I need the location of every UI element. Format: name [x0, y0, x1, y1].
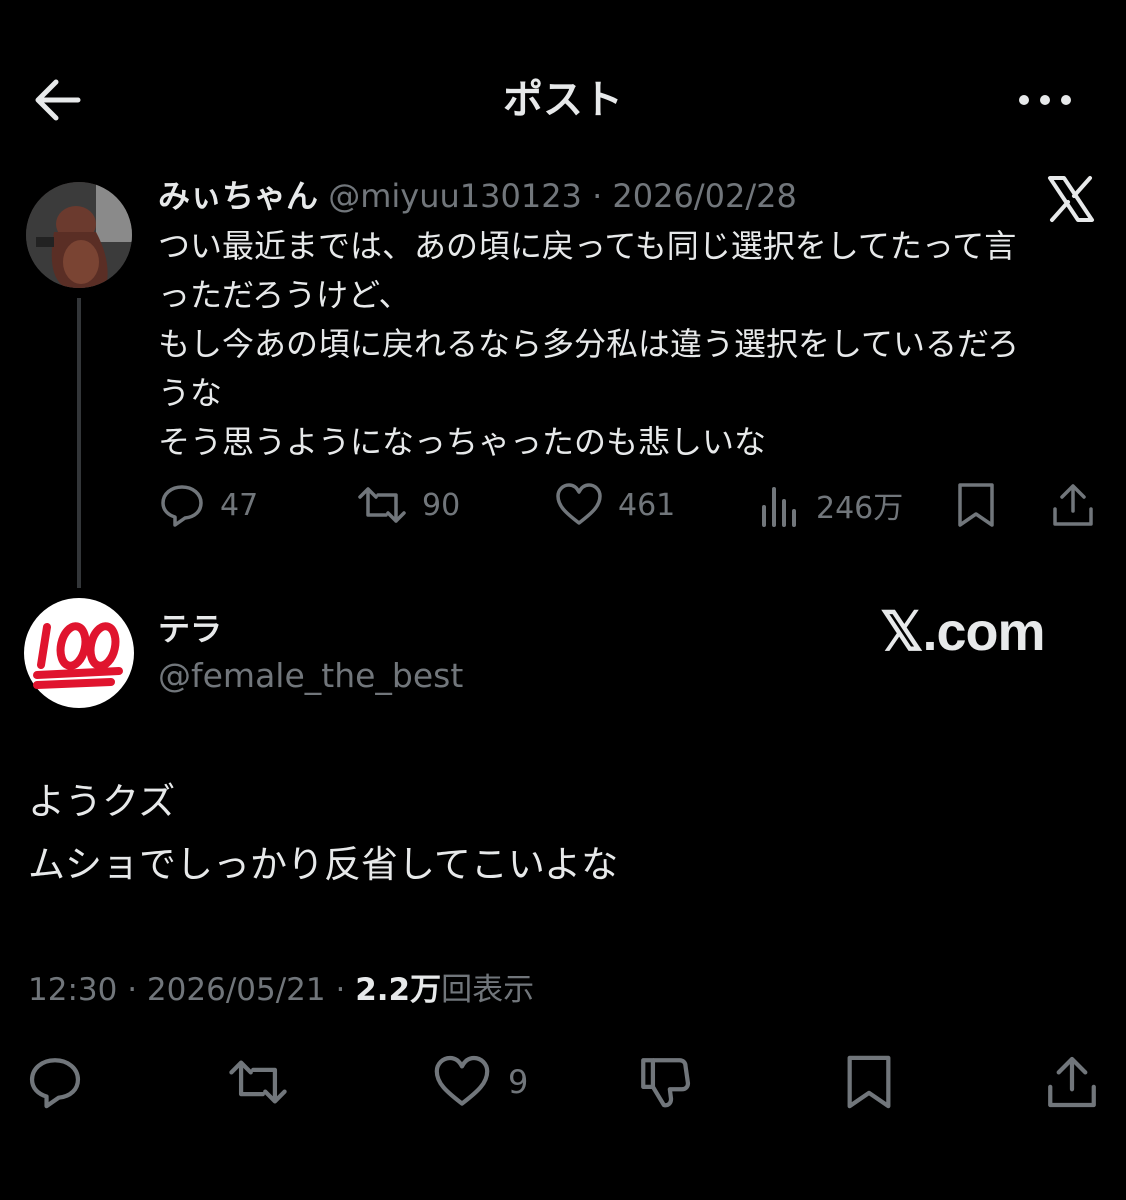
like-count: 461 [618, 487, 676, 523]
share-button[interactable] [1044, 1050, 1100, 1114]
user-handle[interactable]: @miyuu130123 [328, 177, 582, 215]
post-text: ようクズ ムショでしっかり反省してこいよな [28, 780, 619, 886]
reply-icon [161, 485, 203, 527]
reply-button[interactable]: 47 [158, 480, 258, 530]
more-options-button[interactable] [1010, 72, 1080, 128]
views-count: 246万 [816, 491, 904, 526]
share-button[interactable] [1050, 480, 1096, 530]
quoted-post-text: つい最近までは、あの頃に戻っても同じ選択をしてたって言 っただろうけど、 もし今… [158, 227, 1020, 461]
page-title: ポスト [503, 77, 623, 123]
reply-icon [29, 1058, 81, 1109]
quoted-post-header: みぃちゃん @miyuu130123 · 2026/02/28 [158, 172, 797, 220]
hundred-points-icon [33, 622, 123, 689]
reply-button[interactable] [26, 1050, 84, 1114]
views-button[interactable]: 246万 [758, 480, 903, 530]
like-button[interactable]: 461 [554, 480, 675, 530]
separator: · [127, 972, 138, 1008]
bookmark-button[interactable] [842, 1050, 896, 1114]
like-count: 9 [508, 1063, 529, 1101]
reply-count: 47 [220, 487, 259, 523]
views-count: 2.2万 [355, 972, 442, 1008]
repost-icon [358, 487, 406, 523]
x-logo-icon [1046, 174, 1096, 224]
views-icon [762, 487, 796, 527]
post-time[interactable]: 12:30 [28, 972, 117, 1008]
bookmark-icon [958, 483, 994, 527]
profile-photo-icon [26, 182, 132, 288]
repost-icon [229, 1060, 287, 1104]
views-label: 回表示 [441, 972, 535, 1008]
post-page: ポスト みぃちゃん @miyuu130123 · 2026/02/28 つい最近… [0, 0, 1126, 1200]
bookmark-icon [847, 1055, 891, 1109]
xcom-watermark: 𝕏.com [880, 602, 1046, 662]
like-icon [556, 483, 602, 525]
repost-count: 90 [422, 487, 461, 523]
thread-line [77, 298, 81, 588]
user-handle[interactable]: @female_the_best [158, 653, 463, 699]
separator: · [335, 972, 346, 1008]
repost-button[interactable] [226, 1050, 290, 1114]
post-metadata: 12:30 · 2026/05/21 · 2.2万回表示 [28, 966, 534, 1014]
post-date[interactable]: 2026/02/28 [612, 177, 796, 215]
more-dots-icon [1019, 95, 1071, 105]
share-icon [1048, 1056, 1096, 1108]
avatar[interactable] [26, 182, 132, 288]
dislike-icon [641, 1058, 691, 1108]
like-button[interactable]: 9 [432, 1050, 528, 1114]
like-icon [434, 1055, 490, 1106]
dislike-button[interactable] [636, 1050, 694, 1114]
display-name[interactable]: テラ [158, 606, 222, 652]
repost-button[interactable]: 90 [356, 480, 460, 530]
share-icon [1053, 484, 1093, 526]
avatar[interactable] [24, 598, 134, 708]
bookmark-button[interactable] [954, 480, 998, 530]
post-date[interactable]: 2026/05/21 [147, 972, 326, 1008]
display-name[interactable]: みぃちゃん [158, 177, 318, 215]
separator: · [592, 177, 603, 215]
